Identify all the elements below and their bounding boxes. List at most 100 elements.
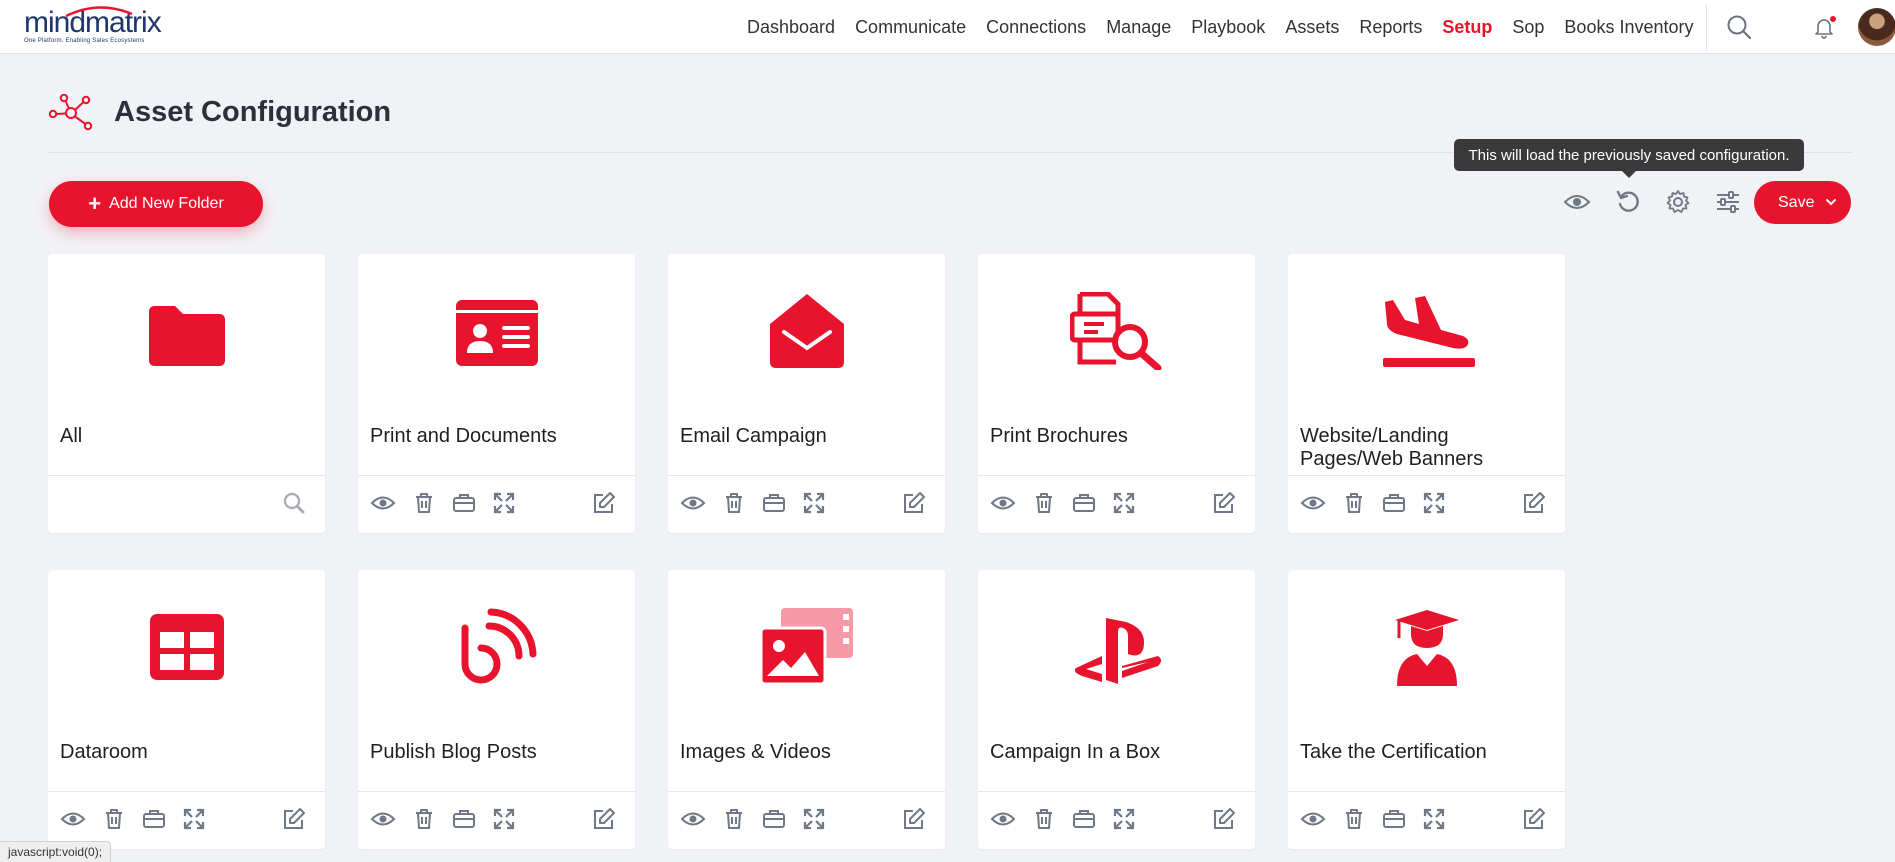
eye-icon[interactable] [679,805,707,833]
card-footer [978,475,1255,533]
preview-eye-icon[interactable] [1561,186,1593,218]
brand-tagline: One Platform. Enabling Sales Ecosystems [24,38,145,44]
expand-icon[interactable] [180,805,208,833]
nav-communicate[interactable]: Communicate [855,17,966,38]
edit-icon[interactable] [1210,489,1238,517]
eye-icon[interactable] [1299,489,1327,517]
card-title: Print Brochures [990,425,1128,447]
briefcase-icon[interactable] [1070,805,1098,833]
edit-icon[interactable] [590,489,618,517]
edit-icon[interactable] [1520,805,1548,833]
eye-icon[interactable] [369,489,397,517]
trash-icon[interactable] [720,805,748,833]
asset-card-campaign-in-a-box[interactable]: Campaign In a Box [978,570,1255,849]
add-new-folder-button[interactable]: + Add New Folder [49,181,263,227]
edit-icon[interactable] [590,805,618,833]
tooltip-arrow [1622,171,1636,178]
page-title: Asset Configuration [114,96,392,128]
nav-setup[interactable]: Setup [1442,17,1492,38]
search-icon[interactable] [1726,14,1752,45]
card-title: All [60,425,83,447]
trash-icon[interactable] [1340,489,1368,517]
trash-icon[interactable] [410,489,438,517]
briefcase-icon[interactable] [1380,805,1408,833]
trash-icon[interactable] [1030,489,1058,517]
asset-card-take-the-certification[interactable]: Take the Certification [1288,570,1565,849]
expand-icon[interactable] [490,805,518,833]
top-navbar: mindmatrix One Platform. Enabling Sales … [0,0,1895,54]
asset-card-all[interactable]: All [48,254,325,533]
nav-dashboard[interactable]: Dashboard [747,17,835,38]
nav-assets[interactable]: Assets [1285,17,1339,38]
photo-video-icon [759,608,853,686]
expand-icon[interactable] [1110,489,1138,517]
eye-icon[interactable] [989,805,1017,833]
expand-icon[interactable] [1420,805,1448,833]
plus-icon: + [88,191,102,216]
file-search-icon [1069,292,1161,370]
envelope-open-icon [769,294,844,368]
eye-icon[interactable] [59,805,87,833]
edit-icon[interactable] [900,805,928,833]
eye-icon[interactable] [369,805,397,833]
brand-logo[interactable]: mindmatrix One Platform. Enabling Sales … [24,6,162,44]
briefcase-icon[interactable] [140,805,168,833]
nav-sop[interactable]: Sop [1512,17,1544,38]
load-config-tooltip: This will load the previously saved conf… [1454,139,1804,171]
briefcase-icon[interactable] [760,489,788,517]
asset-card-publish-blog-posts[interactable]: Publish Blog Posts [358,570,635,849]
card-footer [1288,791,1565,849]
asset-card-email-campaign[interactable]: Email Campaign [668,254,945,533]
card-title: Publish Blog Posts [370,741,537,763]
expand-icon[interactable] [800,805,828,833]
briefcase-icon[interactable] [450,489,478,517]
nav-reports[interactable]: Reports [1359,17,1422,38]
expand-icon[interactable] [800,489,828,517]
edit-icon[interactable] [1210,805,1238,833]
asset-card-images-videos[interactable]: Images & Videos [668,570,945,849]
logo-arc-icon [65,6,133,18]
trash-icon[interactable] [1030,805,1058,833]
sliders-icon[interactable] [1712,186,1744,218]
card-title: Images & Videos [680,741,831,763]
asset-card-print-brochures[interactable]: Print Brochures [978,254,1255,533]
folder-icon [148,306,225,366]
eye-icon[interactable] [1299,805,1327,833]
card-footer [668,791,945,849]
eye-icon[interactable] [679,489,707,517]
avatar[interactable] [1858,8,1895,46]
trash-icon[interactable] [410,805,438,833]
trash-icon[interactable] [100,805,128,833]
save-button[interactable]: Save [1754,181,1851,224]
reload-config-icon[interactable] [1612,186,1644,218]
expand-icon[interactable] [1420,489,1448,517]
nav-books-inventory[interactable]: Books Inventory [1564,17,1693,38]
id-card-icon [455,300,538,366]
briefcase-icon[interactable] [1380,489,1408,517]
expand-icon[interactable] [1110,805,1138,833]
nav-playbook[interactable]: Playbook [1191,17,1265,38]
eye-icon[interactable] [989,489,1017,517]
chevron-down-icon[interactable] [1825,195,1837,213]
nav-manage[interactable]: Manage [1106,17,1171,38]
trash-icon[interactable] [720,489,748,517]
asset-card-dataroom[interactable]: Dataroom [48,570,325,849]
save-label: Save [1778,193,1815,211]
gear-icon[interactable] [1662,186,1694,218]
card-title: Campaign In a Box [990,741,1161,763]
edit-icon[interactable] [900,489,928,517]
briefcase-icon[interactable] [450,805,478,833]
search-icon[interactable] [280,489,308,517]
asset-card-print-and-documents[interactable]: Print and Documents [358,254,635,533]
briefcase-icon[interactable] [760,805,788,833]
card-title: Website/Landing Pages/Web Banners [1300,425,1484,470]
edit-icon[interactable] [1520,489,1548,517]
asset-card-website-landing-pages[interactable]: Website/Landing Pages/Web Banners [1288,254,1565,533]
nav-connections[interactable]: Connections [986,17,1086,38]
edit-icon[interactable] [280,805,308,833]
card-title: Email Campaign [680,425,827,447]
expand-icon[interactable] [490,489,518,517]
briefcase-icon[interactable] [1070,489,1098,517]
trash-icon[interactable] [1340,805,1368,833]
plane-landing-icon [1382,296,1475,367]
